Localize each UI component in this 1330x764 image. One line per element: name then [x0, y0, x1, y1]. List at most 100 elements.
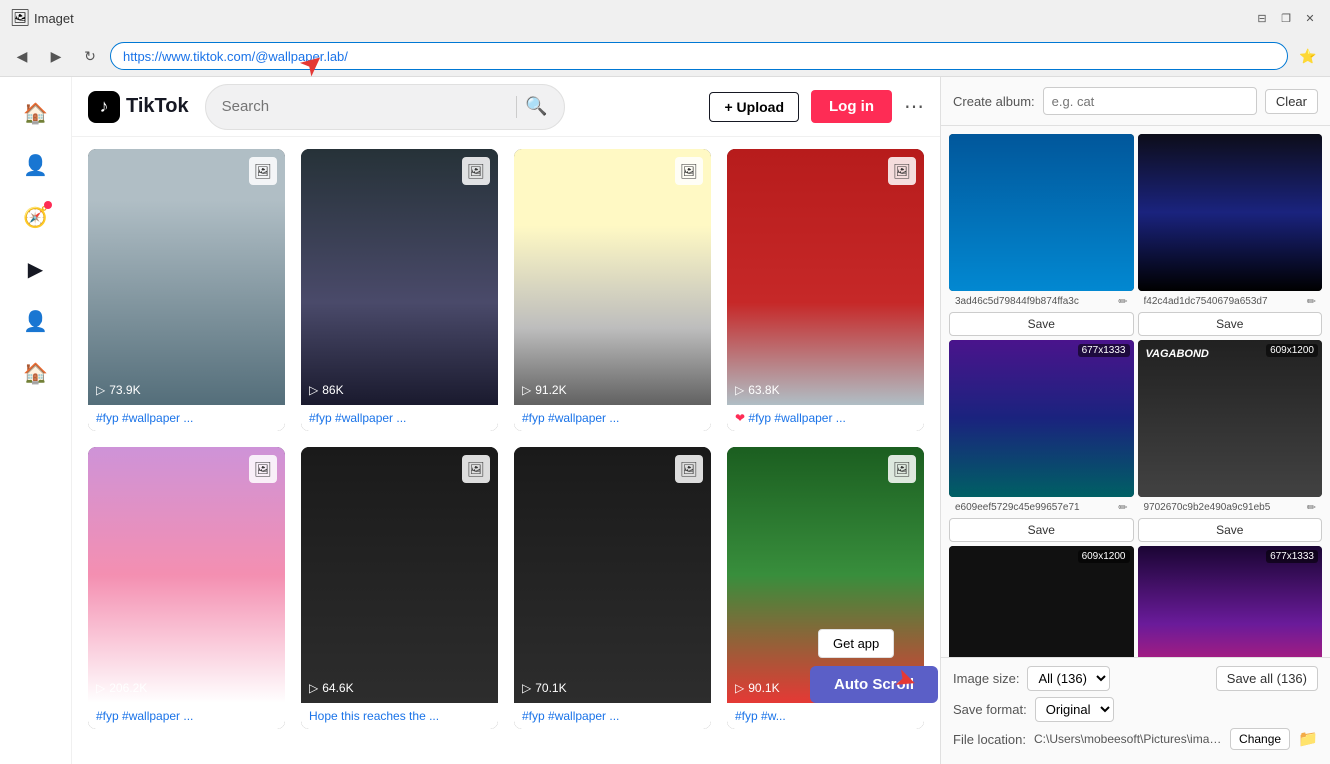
edit-icon[interactable]: ✏: [1118, 295, 1127, 308]
play-count: ▷90.1K: [735, 681, 780, 695]
image-size-row: Image size: All (136) Save all (136): [953, 666, 1318, 691]
sidebar-item-saved[interactable]: 🏠: [12, 349, 60, 397]
feed-card[interactable]: 🖼 ▷63.8K ❤ #fyp #wallpaper ...: [727, 149, 924, 431]
close-button[interactable]: ✕: [1302, 10, 1318, 26]
login-button[interactable]: Log in: [811, 90, 892, 123]
sidebar-item-live[interactable]: ▶: [12, 245, 60, 293]
save-format-select[interactable]: Original: [1035, 697, 1114, 722]
save-icon[interactable]: 🖼: [462, 157, 490, 185]
get-app-button[interactable]: Get app: [818, 629, 894, 658]
image-info: e609eef5729c45e99657e71 ✏: [949, 497, 1134, 518]
back-button[interactable]: ◀: [8, 42, 36, 70]
image-dimensions: 677x1333: [1266, 550, 1318, 563]
create-album-label: Create album:: [953, 94, 1035, 109]
imaget-top-bar: Create album: Clear: [941, 77, 1330, 126]
imaget-image-item: 609x1200 ✏: [949, 546, 1134, 657]
save-icon[interactable]: 🖼: [675, 157, 703, 185]
feed-caption: #fyp #wallpaper ...: [88, 703, 285, 729]
imaget-image-item: VAGABOND 609x1200 9702670c9b2e490a9c91eb…: [1138, 340, 1323, 542]
feed-thumbnail: [88, 447, 285, 703]
image-hash: 3ad46c5d79844f9b874ffa3c: [955, 296, 1114, 307]
app-icon: 🖼: [12, 10, 28, 26]
image-info: 3ad46c5d79844f9b874ffa3c ✏: [949, 291, 1134, 312]
imaget-image-item: 677x1333 ✏: [1138, 546, 1323, 657]
edit-icon[interactable]: ✏: [1118, 501, 1127, 514]
feed-card[interactable]: 🖼 ▷64.6K Hope this reaches the ...: [301, 447, 498, 729]
search-input[interactable]: [222, 98, 509, 115]
tiktok-header: ♪ TikTok 🔍 + Upload Log in ⋯: [72, 77, 940, 137]
title-bar-left: 🖼 Imaget: [12, 10, 74, 26]
overlay-panel: Get app Auto Scroll: [810, 629, 938, 703]
url-bar[interactable]: [110, 42, 1288, 70]
image-info: f42c4ad1dc7540679a653d7 ✏: [1138, 291, 1323, 312]
sidebar-item-home[interactable]: 🏠: [12, 89, 60, 137]
image-thumbnail: [1138, 134, 1323, 291]
upload-button[interactable]: + Upload: [709, 92, 799, 122]
tiktok-search-bar[interactable]: 🔍: [205, 84, 565, 130]
feed-card[interactable]: 🖼 ▷86K #fyp #wallpaper ...: [301, 149, 498, 431]
minimize-button[interactable]: ⊟: [1254, 10, 1270, 26]
save-format-label: Save format:: [953, 702, 1027, 717]
image-thumbnail: VAGABOND: [1138, 340, 1323, 497]
image-hash: 9702670c9b2e490a9c91eb5: [1144, 502, 1303, 513]
edit-icon[interactable]: ✏: [1307, 295, 1316, 308]
title-bar: 🖼 Imaget ⊟ ❐ ✕: [0, 0, 1330, 36]
save-icon[interactable]: 🖼: [462, 455, 490, 483]
save-all-button[interactable]: Save all (136): [1216, 666, 1318, 691]
header-actions: + Upload Log in ⋯: [709, 90, 924, 123]
imaget-bottom-bar: Image size: All (136) Save all (136) Sav…: [941, 657, 1330, 764]
feed-thumbnail: [727, 149, 924, 405]
sidebar-item-following[interactable]: 👤: [12, 141, 60, 189]
image-dimensions: 609x1200: [1266, 344, 1318, 357]
bookmark-icon[interactable]: ⭐: [1294, 42, 1322, 70]
play-count: ▷64.6K: [309, 681, 354, 695]
save-icon[interactable]: 🖼: [888, 455, 916, 483]
edit-icon[interactable]: ✏: [1307, 501, 1316, 514]
image-dimensions: 677x1333: [1078, 344, 1130, 357]
more-button[interactable]: ⋯: [904, 94, 924, 119]
image-size-label: Image size:: [953, 671, 1019, 686]
feed-card[interactable]: 🖼 ▷91.2K #fyp #wallpaper ...: [514, 149, 711, 431]
save-icon[interactable]: 🖼: [249, 157, 277, 185]
imaget-image-item: f42c4ad1dc7540679a653d7 ✏ Save: [1138, 134, 1323, 336]
feed-thumbnail: [514, 447, 711, 703]
nav-bar: ◀ ▶ ↻ ⭐: [0, 36, 1330, 76]
save-format-row: Save format: Original: [953, 697, 1318, 722]
file-location-row: File location: C:\Users\mobeesoft\Pictur…: [953, 728, 1318, 750]
sidebar-item-explore[interactable]: 🧭: [12, 193, 60, 241]
tiktok-sidebar: 🏠 👤 🧭 ▶ 👤 🏠: [0, 77, 72, 764]
save-icon[interactable]: 🖼: [249, 455, 277, 483]
save-icon[interactable]: 🖼: [888, 157, 916, 185]
image-save-button[interactable]: Save: [1138, 518, 1323, 542]
feed-caption: ❤ #fyp #wallpaper ...: [727, 405, 924, 431]
image-save-button[interactable]: Save: [949, 518, 1134, 542]
search-button[interactable]: 🔍: [525, 96, 547, 117]
save-icon[interactable]: 🖼: [675, 455, 703, 483]
forward-button[interactable]: ▶: [42, 42, 70, 70]
clear-button[interactable]: Clear: [1265, 89, 1318, 114]
feed-card[interactable]: 🖼 ▷70.1K #fyp #wallpaper ...: [514, 447, 711, 729]
change-location-button[interactable]: Change: [1230, 728, 1290, 750]
maximize-button[interactable]: ❐: [1278, 10, 1294, 26]
create-album-input[interactable]: [1043, 87, 1257, 115]
feed-card[interactable]: 🖼 ▷206.2K #fyp #wallpaper ...: [88, 447, 285, 729]
image-info: 9702670c9b2e490a9c91eb5 ✏: [1138, 497, 1323, 518]
file-path: C:\Users\mobeesoft\Pictures\imaget: [1034, 732, 1222, 746]
image-size-select[interactable]: All (136): [1027, 666, 1110, 691]
play-count: ▷91.2K: [522, 383, 567, 397]
feed-thumbnail: [88, 149, 285, 405]
play-count: ▷73.9K: [96, 383, 141, 397]
feed-card[interactable]: 🖼 ▷73.9K #fyp #wallpaper ...: [88, 149, 285, 431]
image-thumbnail: [949, 134, 1134, 291]
feed-caption: #fyp #w...: [727, 703, 924, 729]
file-location-label: File location:: [953, 732, 1026, 747]
folder-icon[interactable]: 📁: [1298, 729, 1318, 749]
feed-thumbnail: [301, 149, 498, 405]
image-save-button[interactable]: Save: [949, 312, 1134, 336]
image-hash: e609eef5729c45e99657e71: [955, 502, 1114, 513]
sidebar-item-profile[interactable]: 👤: [12, 297, 60, 345]
refresh-button[interactable]: ↻: [76, 42, 104, 70]
image-save-button[interactable]: Save: [1138, 312, 1323, 336]
app-title: Imaget: [34, 11, 74, 26]
browser-chrome: 🖼 Imaget ⊟ ❐ ✕ ◀ ▶ ↻ ⭐: [0, 0, 1330, 77]
